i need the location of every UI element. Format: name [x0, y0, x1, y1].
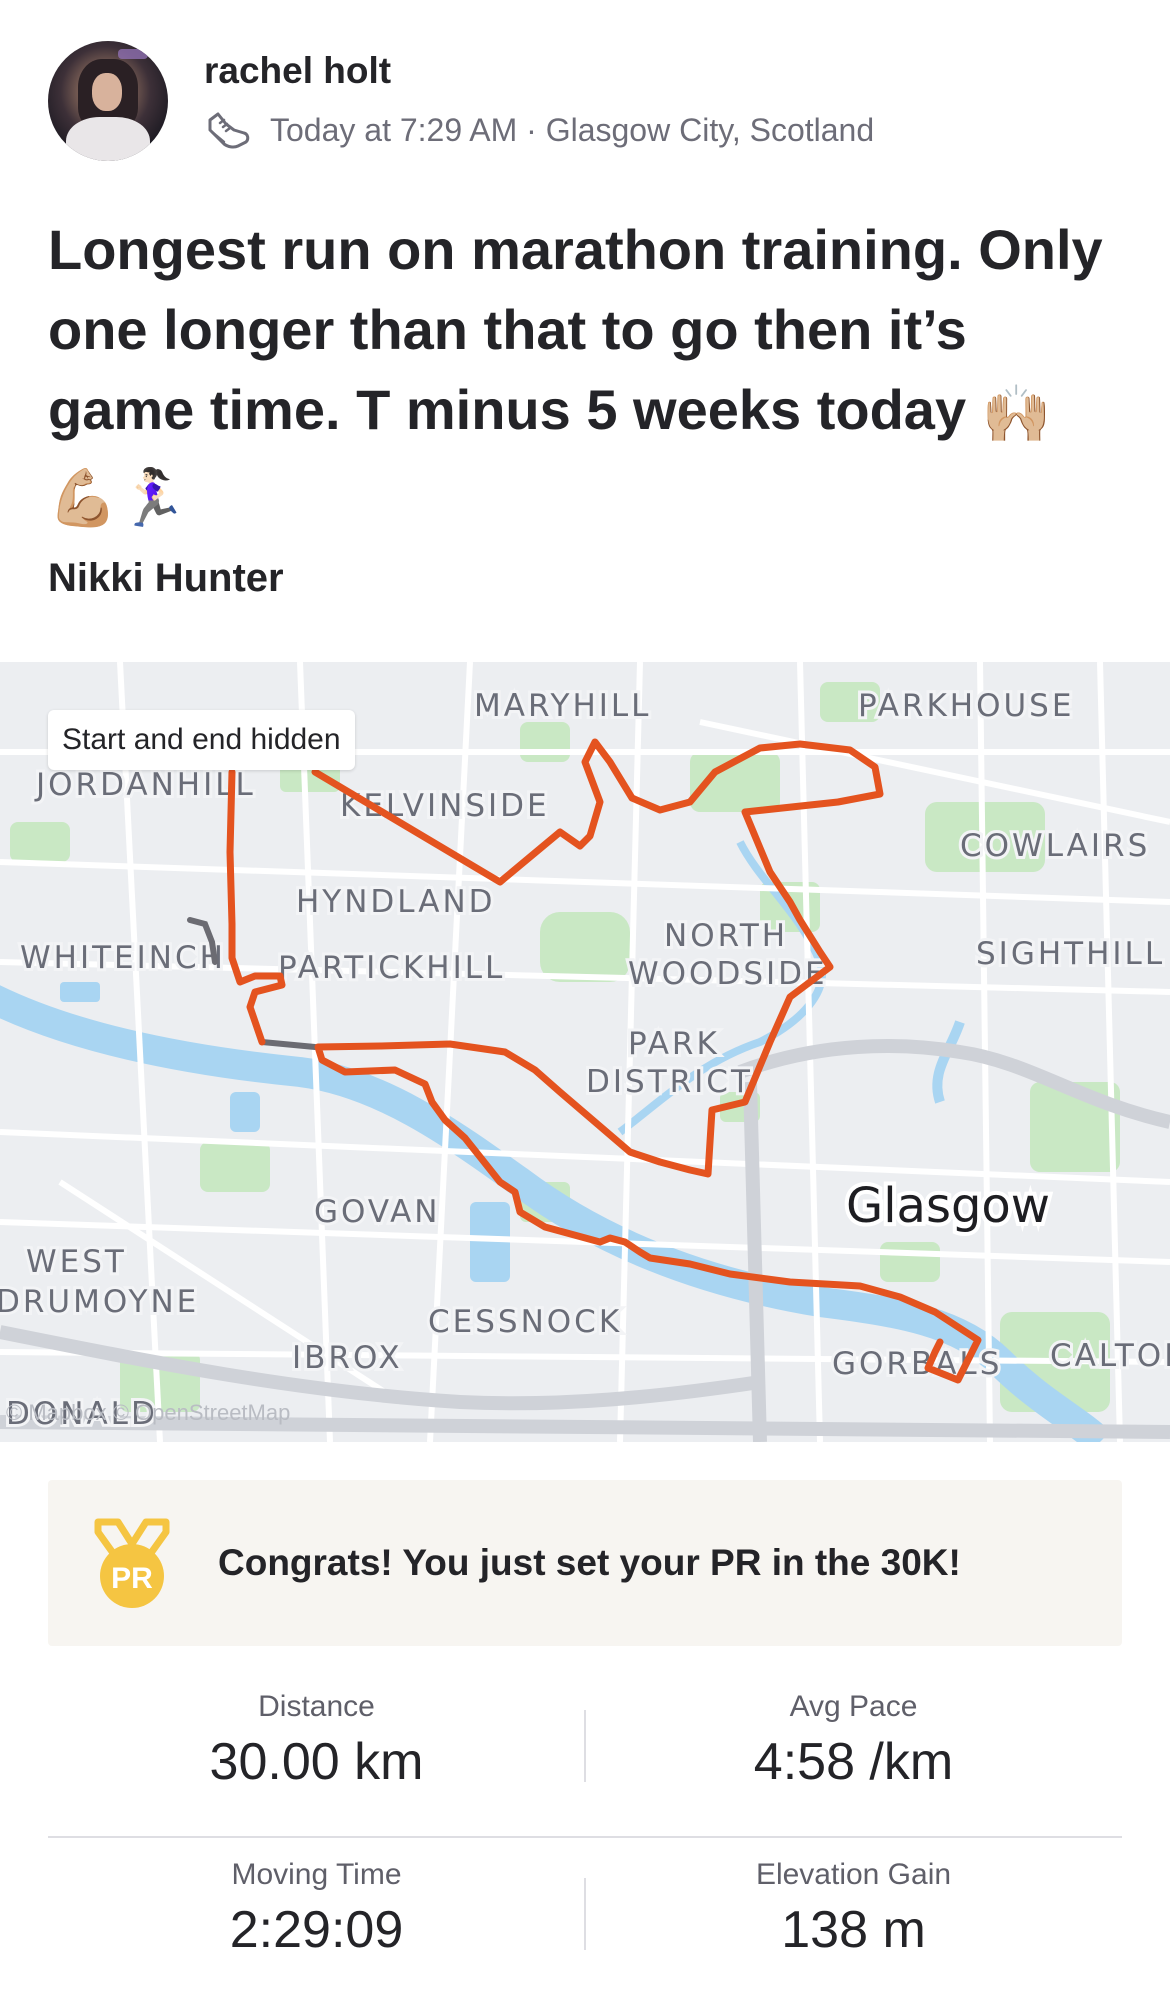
stats-row: Distance 30.00 km Avg Pace 4:58 /km: [48, 1670, 1122, 1838]
place-label-drumoyne: DRUMOYNE: [0, 1284, 199, 1320]
athlete-name[interactable]: rachel holt: [204, 50, 391, 92]
activity-header: rachel holt Today at 7:29 AM · Glasgow C…: [0, 0, 1170, 180]
place-label-cowlairs: COWLAIRS: [960, 828, 1150, 864]
stat-value: 2:29:09: [229, 1901, 404, 1959]
stat-value: 4:58 /km: [753, 1733, 954, 1791]
woman-running-emoji: 🏃🏻‍♀️: [117, 466, 188, 530]
place-label-govan: GOVAN: [314, 1194, 441, 1230]
place-label-park: PARK: [628, 1026, 720, 1062]
stat-distance: Distance 30.00 km: [48, 1670, 585, 1836]
place-label-district: DISTRICT: [586, 1064, 753, 1100]
running-shoe-icon: [208, 112, 250, 149]
place-label-cessnock: CESSNOCK: [428, 1304, 622, 1340]
raised-hands-emoji: 🙌🏼: [981, 382, 1052, 446]
place-label-west: WEST: [26, 1244, 127, 1280]
stats-row: Moving Time 2:29:09 Elevation Gain 138 m: [48, 1838, 1122, 2004]
stat-label: Moving Time: [231, 1858, 402, 1891]
place-label-gorbals: GORBALS: [832, 1346, 1002, 1382]
place-label-hyndland: HYNDLAND: [296, 884, 496, 920]
route-polyline: [226, 738, 982, 1384]
city-label-glasgow: Glasgow: [846, 1178, 1050, 1234]
place-label-ibrox: IBROX: [292, 1340, 403, 1376]
flexed-biceps-emoji: 💪🏼: [48, 466, 118, 530]
place-label-partickhill: PARTICKHILL: [278, 950, 505, 986]
stat-elevation-gain: Elevation Gain 138 m: [585, 1838, 1122, 2004]
activity-title: Longest run on marathon training. Only o…: [48, 210, 1128, 538]
pr-medal-icon: PR: [94, 1518, 170, 1608]
place-label-north: NORTH: [664, 918, 788, 954]
stat-label: Distance: [258, 1690, 375, 1723]
stat-value: 30.00 km: [209, 1733, 424, 1791]
place-label-maryhill: MARYHILL: [474, 688, 651, 724]
place-label-whiteinch: WHITEINCH: [20, 940, 226, 976]
pr-medal-text: PR: [111, 1562, 153, 1595]
achievement-card[interactable]: PR Congrats! You just set your PR in the…: [48, 1480, 1122, 1646]
stat-moving-time: Moving Time 2:29:09: [48, 1838, 585, 2004]
place-label-jordanhill: JORDANHILL: [34, 767, 256, 803]
stat-label: Elevation Gain: [755, 1858, 952, 1891]
activity-time-location: Today at 7:29 AM · Glasgow City, Scotlan…: [270, 111, 875, 148]
place-label-parkhouse: PARKHOUSE: [858, 688, 1074, 724]
achievement-message: Congrats! You just set your PR in the 30…: [218, 1542, 961, 1583]
place-label-calton: CALTON: [1050, 1338, 1170, 1374]
tagged-athlete[interactable]: Nikki Hunter: [48, 556, 284, 601]
stat-label: Avg Pace: [789, 1690, 918, 1723]
activity-stats: Distance 30.00 km Avg Pace 4:58 /km Movi…: [48, 1670, 1122, 2004]
route-map[interactable]: MARYHILL PARKHOUSE JORDANHILL KELVINSIDE…: [0, 662, 1170, 1442]
activity-meta: Today at 7:29 AM · Glasgow City, Scotlan…: [204, 106, 874, 154]
avatar[interactable]: [48, 41, 168, 161]
map-canvas: MARYHILL PARKHOUSE JORDANHILL KELVINSIDE…: [0, 662, 1170, 1442]
place-label-sighthill: SIGHTHILL: [976, 936, 1165, 972]
stat-value: 138 m: [781, 1901, 926, 1959]
activity-title-text: Longest run on marathon training. Only o…: [48, 218, 1103, 441]
privacy-zone-label: Start and end hidden: [48, 710, 355, 770]
map-attribution[interactable]: © Mapbox © OpenStreetMap: [6, 1400, 290, 1426]
place-label-woodside: WOODSIDE: [628, 956, 828, 992]
stat-avg-pace: Avg Pace 4:58 /km: [585, 1670, 1122, 1836]
